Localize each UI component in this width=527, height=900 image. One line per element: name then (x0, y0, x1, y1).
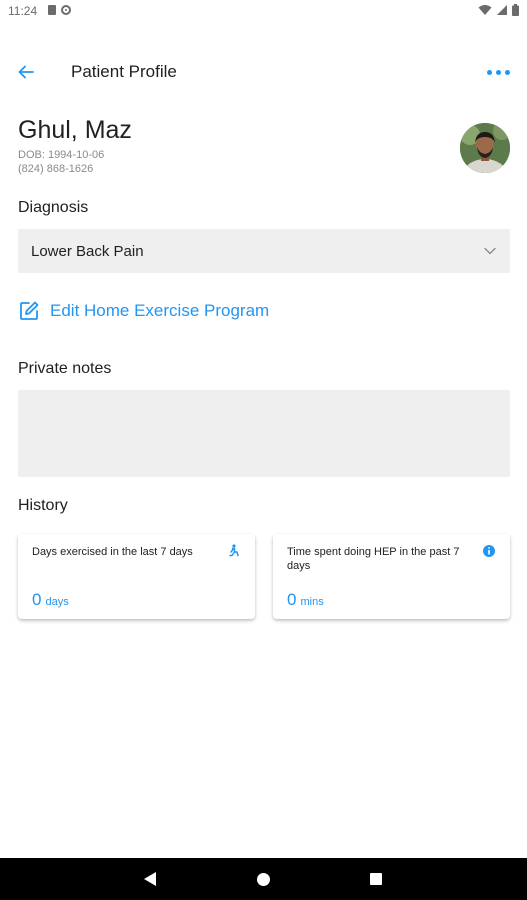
nav-recents-icon[interactable] (370, 873, 382, 885)
chevron-down-icon (484, 247, 496, 255)
status-bar: 11:24 (0, 0, 527, 24)
diagnosis-select[interactable]: Lower Back Pain (18, 229, 510, 273)
signal-icon (497, 5, 507, 15)
system-navigation-bar (0, 858, 527, 900)
wifi-icon (478, 5, 492, 15)
patient-phone: (824) 868-1626 (18, 163, 94, 175)
private-notes-field[interactable] (18, 390, 510, 477)
card-title: Time spent doing HEP in the past 7 days (287, 546, 460, 572)
history-label: History (18, 497, 68, 514)
more-dot (504, 69, 510, 75)
at-sign-icon (61, 5, 71, 15)
sd-card-icon (48, 5, 56, 15)
private-notes-label: Private notes (18, 360, 112, 377)
edit-home-exercise-program-link[interactable]: Edit Home Exercise Program (18, 299, 269, 323)
more-options-button[interactable] (483, 58, 513, 86)
arrow-left-icon (18, 65, 34, 79)
app-bar: Patient Profile (0, 44, 527, 100)
patient-dob: DOB: 1994-10-06 (18, 149, 105, 161)
more-horizontal-icon (486, 69, 492, 75)
status-notification-icons (48, 5, 71, 15)
history-card-time-spent[interactable]: Time spent doing HEP in the past 7 days … (273, 534, 510, 619)
battery-icon (512, 4, 519, 16)
status-system-icons (478, 4, 519, 16)
history-card-days-exercised[interactable]: Days exercised in the last 7 days 0 days (18, 534, 255, 619)
card-value: 0 mins (287, 590, 324, 610)
page-title: Patient Profile (71, 62, 177, 81)
days-unit: days (45, 596, 69, 608)
time-spent-value: 0 (287, 590, 297, 609)
card-value: 0 days (32, 590, 69, 610)
edit-hep-label: Edit Home Exercise Program (50, 301, 270, 320)
days-exercised-value: 0 (32, 590, 42, 609)
diagnosis-label: Diagnosis (18, 199, 89, 216)
nav-home-icon[interactable] (257, 873, 270, 886)
more-dot (495, 69, 501, 75)
back-button[interactable] (12, 58, 40, 86)
nav-back-icon[interactable] (144, 872, 156, 886)
patient-name: Ghul, Maz (18, 116, 132, 144)
avatar-photo (460, 123, 510, 173)
card-title: Days exercised in the last 7 days (32, 546, 193, 558)
person-exercise-icon (229, 544, 239, 557)
mins-unit: mins (300, 596, 324, 608)
status-time: 11:24 (8, 4, 38, 18)
diagnosis-selected-value: Lower Back Pain (31, 243, 144, 260)
avatar[interactable] (460, 123, 510, 173)
edit-icon (20, 301, 39, 320)
info-icon[interactable] (482, 544, 496, 558)
